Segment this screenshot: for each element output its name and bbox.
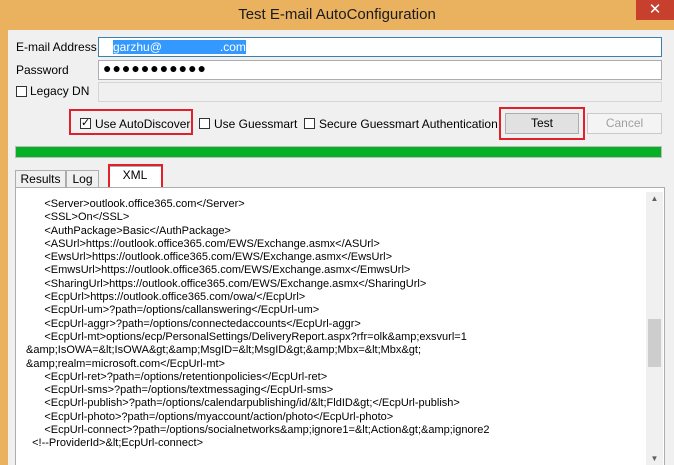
xml-line: <EcpUrl-um>?path=/options/callanswering<… xyxy=(26,304,320,317)
xml-line: <EcpUrl-publish>?path=/options/calendarp… xyxy=(26,397,460,410)
xml-line: <!--ProviderId>&lt;EcpUrl-connect> xyxy=(26,437,203,450)
autodiscover-label: Use AutoDiscover xyxy=(95,117,191,131)
xml-line: <EcpUrl>https://outlook.office365.com/ow… xyxy=(26,291,306,304)
tab-log[interactable]: Log xyxy=(66,170,99,188)
xml-line: <EcpUrl-ret>?path=/options/retentionpoli… xyxy=(26,370,328,383)
xml-line: <EcpUrl-sms>?path=/options/textmessaging… xyxy=(26,384,334,397)
xml-line: <EcpUrl-photo>?path=/options/myaccount/a… xyxy=(26,410,394,423)
cancel-button[interactable]: Cancel xyxy=(587,113,662,134)
legacy-dn-field xyxy=(98,82,662,102)
xml-line: <EmwsUrl>https://outlook.office365.com/E… xyxy=(26,264,411,277)
xml-line: <SSL>On</SSL> xyxy=(26,211,130,224)
autodiscover-checkbox[interactable]: ✓ xyxy=(80,118,91,129)
xml-line: <EcpUrl-connect>?path=/options/socialnet… xyxy=(26,424,490,437)
title-bar[interactable]: Test E-mail AutoConfiguration ✕ xyxy=(0,0,674,30)
dialog-window: Test E-mail AutoConfiguration ✕ E-mail A… xyxy=(0,0,674,465)
xml-text-area[interactable]: <Server>outlook.office365.com</Server> <… xyxy=(26,198,634,465)
scroll-down-icon[interactable]: ▼ xyxy=(646,452,663,465)
test-button[interactable]: Test xyxy=(505,113,579,134)
xml-line: &amp;realm=microsoft.com</EcpUrl-mt> xyxy=(26,357,225,370)
email-value-suffix: .com xyxy=(219,40,246,54)
xml-line: <ASUrl>https://outlook.office365.com/EWS… xyxy=(26,237,380,250)
close-button[interactable]: ✕ xyxy=(636,0,674,20)
guessmart-label: Use Guessmart xyxy=(214,117,298,131)
scrollbar-thumb[interactable] xyxy=(648,319,661,367)
xml-line: <SharingUrl>https://outlook.office365.co… xyxy=(26,277,427,290)
tab-results[interactable]: Results xyxy=(15,170,66,188)
email-value: garzhu@ .com xyxy=(113,40,246,54)
progress-fill xyxy=(16,147,661,157)
xml-line: <EcpUrl-aggr>?path=/options/connectedacc… xyxy=(26,317,361,330)
password-field[interactable]: ●●●●●●●●●●● xyxy=(98,60,662,80)
xml-line: &amp;IsOWA=&lt;IsOWA&gt;&amp;MsgID=&lt;M… xyxy=(26,344,421,357)
email-redacted xyxy=(161,40,220,54)
password-value: ●●●●●●●●●●● xyxy=(103,60,208,76)
dialog-client-area: E-mail Address garzhu@ .com Password ●●●●… xyxy=(8,30,674,465)
password-label: Password xyxy=(16,63,69,77)
xml-line: <EcpUrl-mt>options/ecp/PersonalSettings/… xyxy=(26,330,467,343)
xml-line: <AuthPackage>Basic</AuthPackage> xyxy=(26,224,231,237)
progress-bar xyxy=(15,146,662,158)
secure-guessmart-checkbox[interactable] xyxy=(304,118,315,129)
scroll-up-icon[interactable]: ▲ xyxy=(646,192,663,206)
secure-guessmart-label: Secure Guessmart Authentication xyxy=(319,117,498,131)
close-icon: ✕ xyxy=(648,1,662,18)
checkmark-icon: ✓ xyxy=(81,117,91,129)
email-field[interactable]: garzhu@ .com xyxy=(98,37,662,57)
legacy-dn-checkbox[interactable] xyxy=(16,86,27,97)
xml-line: <Server>outlook.office365.com</Server> xyxy=(26,198,245,210)
email-value-prefix: garzhu@ xyxy=(113,40,162,54)
vertical-scrollbar[interactable]: ▲ ▼ xyxy=(646,192,663,465)
xml-line: <EwsUrl>https://outlook.office365.com/EW… xyxy=(26,251,393,264)
guessmart-checkbox[interactable] xyxy=(199,118,210,129)
window-title: Test E-mail AutoConfiguration xyxy=(238,6,436,23)
xml-panel: <Server>outlook.office365.com</Server> <… xyxy=(15,187,665,465)
legacy-dn-label: Legacy DN xyxy=(30,84,90,98)
xml-tab-highlight xyxy=(108,164,163,189)
email-label: E-mail Address xyxy=(16,40,97,54)
